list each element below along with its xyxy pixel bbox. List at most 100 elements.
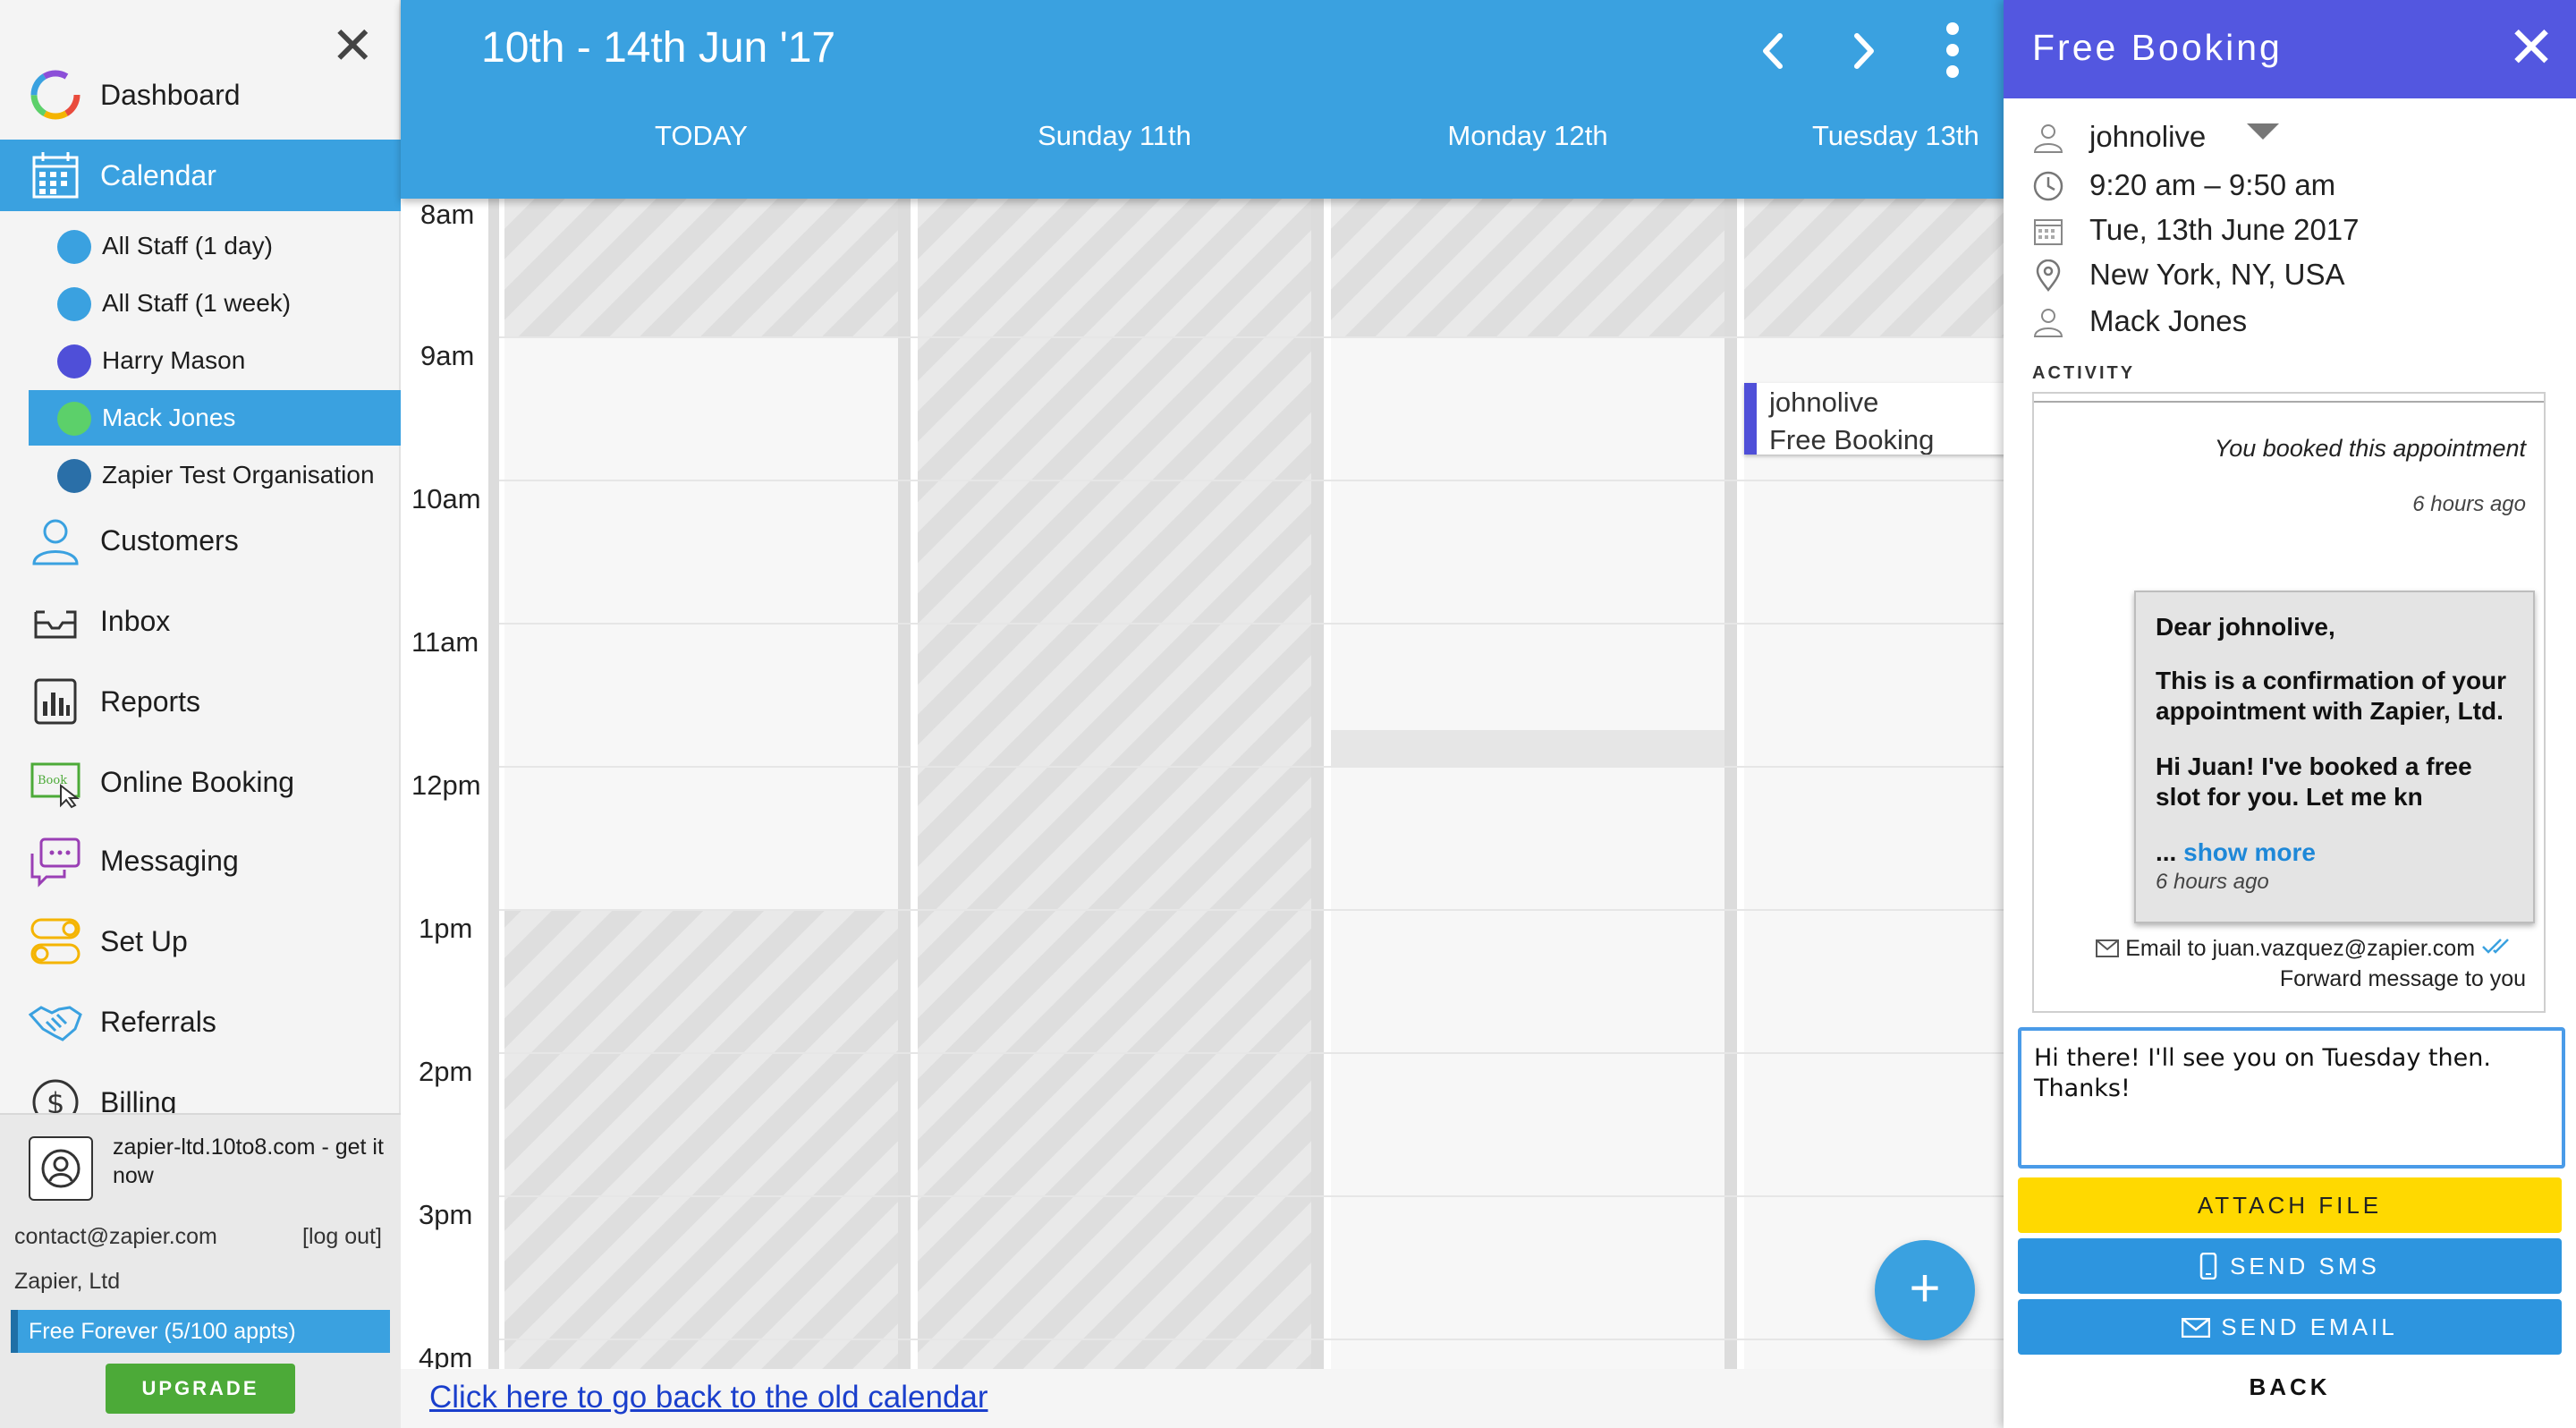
- time-label: 4pm: [419, 1342, 473, 1369]
- sidebar-footer: zapier-ltd.10to8.com - get it now contac…: [0, 1113, 401, 1428]
- staff-item-mack-jones[interactable]: Mack Jones: [29, 390, 401, 446]
- nav-label: Calendar: [100, 159, 216, 191]
- plan-usage-bar: Free Forever (5/100 appts): [11, 1310, 390, 1353]
- message-greeting: Dear johnolive,: [2156, 613, 2335, 641]
- customer-name: johnolive: [2089, 120, 2207, 153]
- nav-referrals[interactable]: Referrals: [0, 986, 401, 1058]
- message-paragraph-1: This is a confirmation of your appointme…: [2156, 667, 2507, 725]
- nav-messaging[interactable]: Messaging: [0, 825, 401, 897]
- email-message-card: Dear johnolive, This is a confirmation o…: [2134, 591, 2535, 923]
- person-icon: [2033, 309, 2063, 337]
- staff-item-all-staff-week[interactable]: All Staff (1 week): [29, 276, 401, 331]
- contact-email: contact@zapier.com: [14, 1224, 217, 1249]
- event-title: Free Booking: [1769, 424, 1935, 455]
- svg-text:$: $: [47, 1086, 64, 1113]
- logout-link[interactable]: [log out]: [302, 1224, 382, 1250]
- nav-label: Billing: [100, 1086, 177, 1113]
- time-label: 9am: [420, 340, 475, 371]
- more-vertical-icon[interactable]: [1921, 20, 1984, 82]
- sidebar: ✕ Dashboard Calendar All Staff (1 day) A…: [0, 0, 401, 1428]
- upgrade-button[interactable]: UPGRADE: [106, 1364, 295, 1414]
- day-header-monday[interactable]: Monday 12th: [1331, 120, 1724, 152]
- appointment-time: 9:20 am – 9:50 am: [2089, 168, 2336, 201]
- caret-down-icon[interactable]: [2247, 123, 2279, 140]
- nav-online-booking[interactable]: Book Online Booking: [0, 746, 401, 818]
- customer-row[interactable]: johnolive: [2032, 115, 2551, 159]
- chevron-right-icon[interactable]: [1832, 20, 1894, 82]
- setup-toggle-icon: [30, 918, 80, 965]
- nav-label: Online Booking: [100, 766, 295, 798]
- activity-heading: ACTIVITY: [2032, 363, 2136, 383]
- day-header-tuesday[interactable]: Tuesday 13th: [1744, 120, 2004, 152]
- calendar-grid: 8am 9am 10am 11am 12pm 1pm 2pm 3pm 4pm j…: [401, 199, 2004, 1369]
- scroll-fade: [2034, 394, 2544, 403]
- send-sms-button[interactable]: SEND SMS: [2018, 1238, 2562, 1294]
- envelope-icon: [2096, 939, 2120, 957]
- email-recipient-line: Email to juan.vazquez@zapier.com: [2096, 936, 2517, 962]
- day-column-sunday[interactable]: [918, 199, 1311, 1369]
- appointment-location: New York, NY, USA: [2089, 258, 2345, 291]
- event-customer: johnolive: [1769, 387, 1879, 418]
- date-row: Tue, 13th June 2017: [2032, 208, 2551, 252]
- nav-customers[interactable]: Customers: [0, 505, 401, 576]
- hour-line: [499, 480, 2004, 481]
- open-slot-block[interactable]: [1744, 336, 2004, 1369]
- double-check-icon: [2482, 939, 2509, 954]
- staff-color-dot: [57, 287, 91, 321]
- hour-line: [499, 909, 2004, 911]
- reports-icon: [34, 678, 77, 725]
- nav-billing[interactable]: $ Billing: [0, 1067, 401, 1113]
- calendar-icon: [32, 152, 79, 199]
- back-button[interactable]: BACK: [2018, 1364, 2562, 1410]
- nav-calendar[interactable]: Calendar: [0, 140, 401, 211]
- dollar-icon: $: [32, 1079, 79, 1113]
- day-header-today[interactable]: TODAY: [504, 120, 898, 152]
- reply-textarea[interactable]: Hi there! I'll see you on Tuesday then. …: [2018, 1027, 2565, 1169]
- email-recipient: Email to juan.vazquez@zapier.com: [2125, 936, 2476, 961]
- close-panel-icon[interactable]: ✕: [2504, 19, 2558, 76]
- message-show-more-line: ... show more: [2156, 837, 2522, 868]
- attach-file-button[interactable]: ATTACH FILE: [2018, 1177, 2562, 1233]
- nav-inbox[interactable]: Inbox: [0, 585, 401, 657]
- hour-line: [499, 336, 2004, 338]
- calendar-header: 10th - 14th Jun '17 TODAY Sunday 11th Mo…: [401, 0, 2004, 199]
- gutter-divider: [488, 199, 499, 1369]
- calendar-small-icon: [2034, 219, 2063, 245]
- staff-label: Zapier Test Organisation: [102, 461, 375, 489]
- appointment-event[interactable]: johnolive Free Booking: [1744, 383, 2004, 455]
- staff-color-dot: [57, 230, 91, 264]
- nav-label: Reports: [100, 685, 201, 718]
- nav-setup[interactable]: Set Up: [0, 905, 401, 977]
- old-calendar-link[interactable]: Click here to go back to the old calenda…: [429, 1380, 988, 1415]
- panel-title: Free Booking: [2032, 27, 2283, 68]
- hour-line: [499, 623, 2004, 625]
- account-link[interactable]: zapier-ltd.10to8.com - get it now: [113, 1133, 390, 1190]
- staff-item-harry-mason[interactable]: Harry Mason: [29, 333, 401, 388]
- activity-feed[interactable]: You booked this appointment 6 hours ago …: [2032, 392, 2546, 1013]
- nav-dashboard[interactable]: Dashboard: [0, 59, 401, 131]
- show-more-link[interactable]: show more: [2183, 838, 2316, 866]
- add-appointment-button[interactable]: +: [1875, 1240, 1975, 1340]
- nav-label: Set Up: [100, 925, 188, 957]
- nav-reports[interactable]: Reports: [0, 666, 401, 737]
- staff-item-all-staff-day[interactable]: All Staff (1 day): [29, 218, 401, 274]
- staff-row: Mack Jones: [2032, 299, 2551, 344]
- time-label: 12pm: [411, 769, 481, 801]
- send-email-button[interactable]: SEND EMAIL: [2018, 1299, 2562, 1355]
- nav-label: Inbox: [100, 605, 171, 637]
- column-divider: [1311, 199, 1324, 1369]
- appointment-date: Tue, 13th June 2017: [2089, 213, 2360, 246]
- chevron-left-icon[interactable]: [1742, 20, 1805, 82]
- bottom-bar: Click here to go back to the old calenda…: [401, 1369, 2004, 1428]
- staff-label: Mack Jones: [102, 404, 236, 431]
- staff-item-zapier-test-org[interactable]: Zapier Test Organisation: [29, 447, 401, 503]
- open-slot-block[interactable]: [1331, 336, 1724, 1369]
- ellipsis: ...: [2156, 838, 2184, 866]
- nav-label: Messaging: [100, 845, 239, 877]
- column-divider: [898, 199, 911, 1369]
- day-header-sunday[interactable]: Sunday 11th: [918, 120, 1311, 152]
- staff-color-dot: [57, 459, 91, 493]
- account-avatar[interactable]: [29, 1136, 93, 1201]
- staff-label: All Staff (1 week): [102, 289, 292, 317]
- attach-file-label: ATTACH FILE: [2197, 1192, 2383, 1219]
